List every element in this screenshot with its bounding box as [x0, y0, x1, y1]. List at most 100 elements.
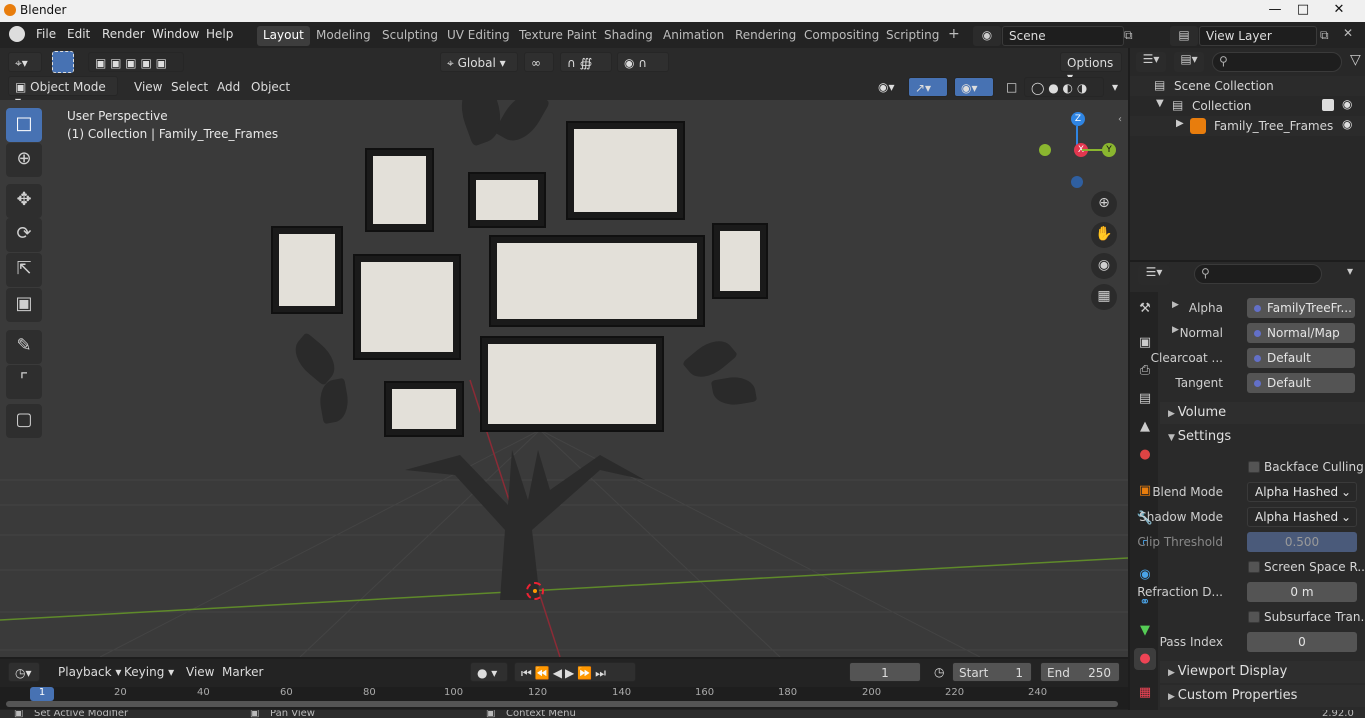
playhead[interactable]: 1 [30, 687, 54, 701]
tab-sculpting[interactable]: Sculpting [376, 26, 444, 46]
properties-search-input[interactable]: ⚲ [1194, 264, 1322, 284]
rotate-tool-icon[interactable]: ⟳ [6, 218, 42, 252]
tab-compositing[interactable]: Compositing [798, 26, 885, 46]
add-workspace-button[interactable]: + [942, 24, 966, 44]
normal-input[interactable]: Normal/Map [1247, 323, 1355, 343]
pass-index-input[interactable]: 0 [1247, 632, 1357, 652]
include-checkbox[interactable] [1322, 99, 1334, 111]
menu-help[interactable]: Help [206, 27, 233, 41]
texture-tab-icon[interactable]: ▦ [1134, 682, 1156, 704]
photo-frame[interactable] [386, 383, 462, 435]
custom-properties-section-header[interactable]: ▶ Custom Properties [1160, 685, 1365, 707]
neg-z-axis-handle[interactable] [1071, 176, 1083, 188]
menu-window[interactable]: Window [152, 27, 199, 41]
clearcoat-input[interactable]: Default [1247, 348, 1355, 368]
copy-scene-icon[interactable]: ⧉ [1124, 28, 1140, 44]
viewport-menu-add[interactable]: Add [211, 77, 246, 97]
clip-threshold-slider[interactable]: 0.500 [1247, 532, 1357, 552]
z-axis-handle[interactable]: Z [1071, 112, 1085, 126]
expand-chevron-icon[interactable]: ▶ [1172, 300, 1179, 310]
select-tool-icon[interactable]: □ [6, 108, 42, 142]
perspective-toggle-icon[interactable]: ▦ [1091, 284, 1117, 310]
viewport-menu-select[interactable]: Select [165, 77, 214, 97]
menu-edit[interactable]: Edit [67, 27, 90, 41]
outliner-editor-icon[interactable]: ☰▾ [1136, 52, 1166, 72]
timeline-menu-playback[interactable]: Playback ▾ [52, 662, 127, 682]
photo-frame[interactable] [491, 237, 703, 325]
scene-icon[interactable]: ◉ [973, 26, 1001, 46]
tab-modeling[interactable]: Modeling [310, 26, 377, 46]
transform-tool-icon[interactable]: ▣ [6, 288, 42, 322]
tab-texture-paint[interactable]: Texture Paint [513, 26, 602, 46]
settings-section-header[interactable]: ▼ Settings [1160, 426, 1365, 448]
timeline-menu-keying[interactable]: Keying ▾ [118, 662, 180, 682]
maximize-icon[interactable]: □ [1288, 0, 1318, 22]
zoom-icon[interactable]: ⊕ [1091, 191, 1117, 217]
timeline-menu-marker[interactable]: Marker [216, 662, 269, 682]
navigation-gizmo[interactable]: Z X Y [1038, 108, 1118, 188]
close-icon[interactable]: ✕ [1324, 0, 1354, 22]
photo-frame[interactable] [714, 225, 766, 297]
filter-icon[interactable]: ▽ [1350, 52, 1361, 68]
tab-uv-editing[interactable]: UV Editing [441, 26, 516, 46]
annotate-tool-icon[interactable]: ✎ [6, 330, 42, 364]
expand-chevron-icon[interactable]: ▼ [1156, 98, 1164, 109]
select-box-tool-icon[interactable] [52, 51, 74, 73]
scene-name-field[interactable]: Scene [1002, 26, 1124, 46]
add-cube-tool-icon[interactable]: ▢ [6, 404, 42, 438]
auto-keying-icon[interactable]: ● ▾ [470, 662, 508, 682]
tab-scripting[interactable]: Scripting [880, 26, 945, 46]
photo-frame[interactable] [568, 123, 683, 218]
sidebar-toggle-icon[interactable]: ‹ [1118, 114, 1122, 125]
tab-layout[interactable]: Layout [257, 26, 310, 46]
blender-menu-icon[interactable] [9, 26, 25, 42]
eye-icon[interactable]: ◉ [1342, 97, 1352, 111]
pivot-point-icon[interactable]: ∞ [524, 52, 554, 72]
move-tool-icon[interactable]: ✥ [6, 184, 42, 218]
gizmo-toggle-icon[interactable]: ↗▾ [908, 77, 948, 97]
photo-frame[interactable] [482, 338, 662, 430]
cursor-tool-icon[interactable]: ⊕ [6, 143, 42, 177]
selection-mode-icons[interactable]: ▣ ▣ ▣ ▣ ▣ [88, 52, 184, 72]
timeline-ruler[interactable]: 1 20 40 60 80 100 120 140 160 180 200 22… [0, 687, 1128, 709]
measure-tool-icon[interactable]: ⌜ [6, 365, 42, 399]
menu-render[interactable]: Render [102, 27, 145, 41]
eye-icon[interactable]: ◉ [1342, 117, 1352, 131]
material-tab-icon[interactable]: ● [1134, 648, 1156, 670]
xray-toggle-icon[interactable]: □ [1000, 77, 1020, 97]
refraction-input[interactable]: 0 m [1247, 582, 1357, 602]
current-frame-input[interactable]: 1 [849, 662, 921, 682]
volume-section-header[interactable]: ▶ Volume [1160, 402, 1365, 424]
viewport-menu-object[interactable]: Object [245, 77, 296, 97]
tangent-input[interactable]: Default [1247, 373, 1355, 393]
copy-view-layer-icon[interactable]: ⧉ [1320, 28, 1336, 44]
timeline-editor-icon[interactable]: ◷▾ [8, 662, 40, 682]
scale-tool-icon[interactable]: ⇱ [6, 253, 42, 287]
properties-editor-icon[interactable]: ☰▾ [1138, 265, 1170, 285]
scene-tab-icon[interactable]: ▲ [1134, 416, 1156, 438]
outliner-search-input[interactable]: ⚲ [1212, 52, 1342, 72]
remove-view-layer-icon[interactable]: ✕ [1343, 26, 1361, 44]
visibility-icon[interactable]: ◉▾ [872, 77, 904, 97]
photo-frame[interactable] [470, 174, 544, 226]
playback-controls[interactable]: ⏮⏪◀▶⏩⏭ [514, 662, 636, 682]
blend-mode-dropdown[interactable]: Alpha Hashed ⌄ [1247, 482, 1357, 502]
subsurface-checkbox[interactable] [1248, 611, 1260, 623]
shading-dropdown-icon[interactable]: ▾ [1106, 77, 1124, 97]
timeline-menu-view[interactable]: View [180, 662, 220, 682]
outliner-row[interactable]: ▶ Family_Tree_Frames ◉ [1130, 116, 1365, 136]
snap-toggle-icon[interactable]: ∩ ∰ [560, 52, 612, 72]
outliner-row[interactable]: ▼ ▤ Collection ◉ [1130, 96, 1365, 116]
neg-y-axis-handle[interactable] [1039, 144, 1051, 156]
options-dropdown[interactable]: Options ▾ [1060, 52, 1122, 84]
tab-shading[interactable]: Shading [598, 26, 659, 46]
physics-tab-icon[interactable]: ◉ [1134, 564, 1156, 586]
3d-viewport[interactable]: User Perspective (1) Collection | Family… [0, 100, 1128, 657]
expand-chevron-icon[interactable]: ▶ [1172, 325, 1179, 335]
view-layer-icon[interactable]: ▤ [1170, 26, 1198, 46]
object-mode-dropdown[interactable]: ▣ Object Mode ▾ [8, 76, 118, 108]
end-frame-input[interactable]: End 250 [1040, 662, 1120, 682]
photo-frame[interactable] [273, 228, 341, 312]
expand-chevron-icon[interactable]: ▶ [1176, 118, 1184, 129]
properties-options-icon[interactable]: ▾ [1340, 264, 1360, 284]
